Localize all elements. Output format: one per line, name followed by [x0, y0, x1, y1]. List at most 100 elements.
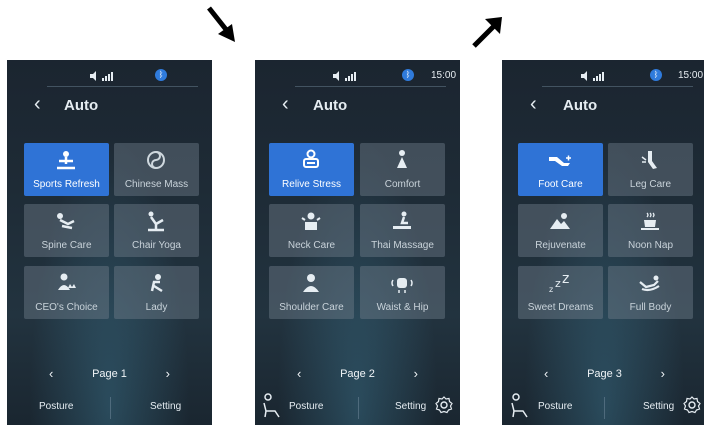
foot-care-icon	[549, 155, 571, 166]
comfort-icon	[397, 150, 407, 168]
tile-label: Full Body	[629, 302, 672, 313]
clock: 15:00	[678, 70, 704, 81]
divider	[295, 86, 446, 87]
setting-button[interactable]: Setting	[643, 401, 674, 412]
ceo-choice-icon	[58, 273, 76, 290]
pager: ‹ Page 2 ›	[275, 365, 440, 387]
tile-ceo-choice[interactable]: CEO's Choice	[24, 266, 109, 319]
pager: ‹ Page 3 ›	[522, 365, 687, 387]
noon-nap-icon	[641, 212, 659, 230]
tile-spine-care[interactable]: Spine Care	[24, 204, 109, 257]
volume-signal-icon	[90, 71, 113, 81]
bluetooth-icon: ᛒ	[155, 69, 167, 81]
page-title: Auto	[313, 97, 348, 114]
status-bar: ᛒ 15:00	[502, 69, 704, 84]
sweet-dreams-icon: zzz	[549, 272, 569, 294]
previous-page-button[interactable]: ‹	[544, 366, 548, 381]
screen-page-1: ᛒ ‹ Auto Sports Refresh Chinese Mass Spi…	[7, 60, 212, 425]
tile-label: Spine Care	[41, 240, 92, 251]
tile-label: Rejuvenate	[535, 240, 586, 251]
clock: 15:00	[431, 70, 457, 81]
tile-thai-massage[interactable]: Thai Massage	[360, 204, 445, 257]
arrow-up-right-icon	[472, 17, 502, 48]
divider	[47, 86, 198, 87]
screen-page-3: ᛒ 15:00 ‹ Auto Foot Care Leg Care Rejuve…	[502, 60, 704, 425]
sports-refresh-icon	[57, 151, 75, 170]
status-bar: ᛒ	[7, 69, 212, 84]
lady-icon	[150, 274, 163, 293]
posture-button[interactable]: Posture	[538, 401, 572, 412]
back-button[interactable]: ‹	[530, 93, 537, 116]
tile-sports-refresh[interactable]: Sports Refresh	[24, 143, 109, 196]
setting-button[interactable]: Setting	[395, 401, 426, 412]
relive-stress-icon	[303, 149, 319, 168]
tile-comfort[interactable]: Comfort	[360, 143, 445, 196]
tile-chair-yoga[interactable]: Chair Yoga	[114, 204, 199, 257]
neck-care-icon	[301, 212, 321, 230]
divider	[358, 397, 359, 419]
next-page-button[interactable]: ›	[166, 366, 170, 381]
divider	[542, 86, 693, 87]
next-page-button[interactable]: ›	[414, 366, 418, 381]
tile-label: Sports Refresh	[33, 179, 100, 190]
posture-chair-icon[interactable]	[261, 393, 283, 419]
tile-label: Comfort	[384, 179, 421, 190]
previous-page-button[interactable]: ‹	[297, 366, 301, 381]
tile-lady[interactable]: Lady	[114, 266, 199, 319]
page-indicator: Page 1	[92, 368, 127, 380]
tile-sweet-dreams[interactable]: zzz Sweet Dreams	[518, 266, 603, 319]
shoulder-care-icon	[303, 274, 319, 292]
tile-label: Relive Stress	[282, 179, 341, 190]
page-indicator: Page 2	[340, 368, 375, 380]
tile-foot-care[interactable]: Foot Care	[518, 143, 603, 196]
tile-shoulder-care[interactable]: Shoulder Care	[269, 266, 354, 319]
gear-icon[interactable]	[435, 396, 453, 414]
chinese-mass-icon	[147, 151, 165, 169]
tile-relive-stress[interactable]: Relive Stress	[269, 143, 354, 196]
next-page-button[interactable]: ›	[661, 366, 665, 381]
svg-text:z: z	[549, 285, 553, 294]
back-button[interactable]: ‹	[282, 93, 289, 116]
bottom-bar: Posture Setting	[502, 389, 704, 425]
previous-page-button[interactable]: ‹	[49, 366, 53, 381]
tile-label: Leg Care	[629, 179, 672, 190]
leg-care-icon	[641, 151, 657, 169]
tile-neck-care[interactable]: Neck Care	[269, 204, 354, 257]
screen-page-2: ᛒ 15:00 ‹ Auto Relive Stress Comfort Nec…	[255, 60, 460, 425]
tile-label: Thai Massage	[371, 240, 434, 251]
tile-label: Foot Care	[538, 179, 583, 190]
spine-care-icon	[57, 213, 75, 230]
tile-label: Neck Care	[287, 240, 336, 251]
full-body-icon	[639, 275, 660, 292]
volume-signal-icon	[581, 71, 604, 81]
posture-button[interactable]: Posture	[289, 401, 323, 412]
tile-chinese-mass[interactable]: Chinese Mass	[114, 143, 199, 196]
tile-label: Shoulder Care	[279, 302, 344, 313]
tile-label: Waist & Hip	[376, 302, 429, 313]
back-button[interactable]: ‹	[34, 93, 41, 116]
bottom-bar: Posture Setting	[7, 389, 212, 425]
volume-signal-icon	[333, 71, 356, 81]
svg-text:z: z	[555, 277, 561, 290]
tile-leg-care[interactable]: Leg Care	[608, 143, 693, 196]
tile-label: Lady	[145, 302, 168, 313]
posture-chair-icon[interactable]	[509, 393, 531, 419]
pager: ‹ Page 1 ›	[27, 365, 192, 387]
tile-rejuvenate[interactable]: Rejuvenate	[518, 204, 603, 257]
status-bar: ᛒ 15:00	[255, 69, 460, 84]
tile-noon-nap[interactable]: Noon Nap	[608, 204, 693, 257]
page-title: Auto	[563, 97, 598, 114]
tile-full-body[interactable]: Full Body	[608, 266, 693, 319]
waist-hip-icon	[391, 278, 413, 293]
posture-button[interactable]: Posture	[39, 401, 73, 412]
tile-label: CEO's Choice	[35, 302, 98, 313]
bluetooth-icon: ᛒ	[402, 69, 414, 81]
setting-button[interactable]: Setting	[150, 401, 181, 412]
tile-label: Sweet Dreams	[527, 302, 594, 313]
page-title: Auto	[64, 97, 99, 114]
tile-label: Chair Yoga	[132, 240, 181, 251]
tile-waist-hip[interactable]: Waist & Hip	[360, 266, 445, 319]
bottom-bar: Posture Setting	[255, 389, 460, 425]
svg-text:z: z	[562, 272, 569, 287]
gear-icon[interactable]	[683, 396, 701, 414]
